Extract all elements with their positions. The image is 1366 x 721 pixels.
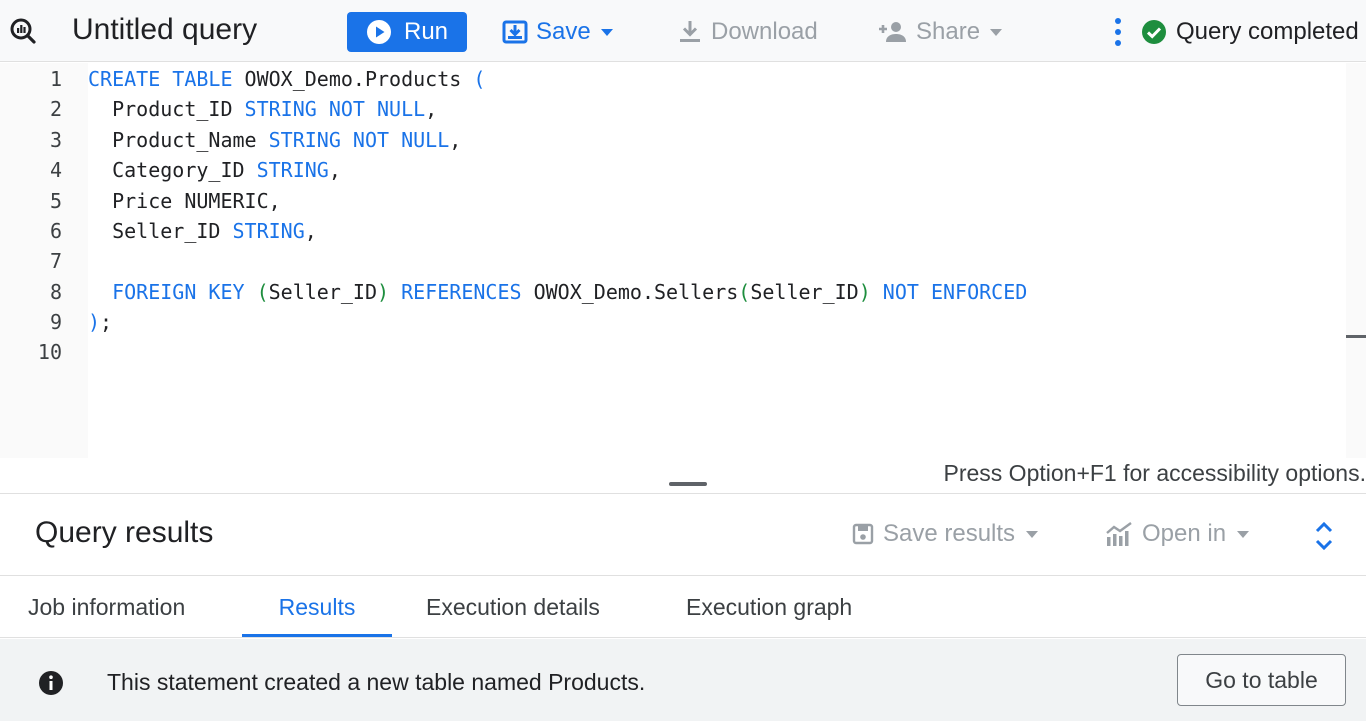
code-token: , (449, 128, 462, 152)
code-token: ( (473, 67, 486, 91)
code-token: Product_ID (88, 97, 245, 121)
line-number: 5 (49, 189, 62, 213)
tab-execution-graph[interactable]: Execution graph (686, 577, 852, 637)
chevron-down-icon (990, 28, 1003, 36)
check-circle-icon (1142, 20, 1166, 44)
code-token: CREATE TABLE (88, 67, 233, 91)
results-title: Query results (35, 516, 214, 549)
line-number: 2 (49, 97, 62, 121)
code-area[interactable]: CREATE TABLE OWOX_Demo.Products ( Produc… (88, 63, 1346, 458)
code-token: Product_Name (88, 128, 269, 152)
download-label: Download (711, 18, 818, 45)
save-label: Save (536, 18, 591, 45)
code-line: CREATE TABLE OWOX_Demo.Products ( (88, 67, 485, 91)
code-token: Seller_ID (88, 219, 233, 243)
code-token: , (425, 97, 438, 121)
scrollbar-marker[interactable] (1346, 335, 1366, 338)
line-number: 8 (49, 280, 62, 304)
open-in-button[interactable]: Open in (1105, 516, 1250, 552)
code-token: ( (256, 280, 269, 304)
save-button[interactable]: Save (502, 12, 613, 52)
results-tabs: Job information Results Execution detail… (0, 577, 1366, 638)
line-number: 10 (37, 340, 62, 364)
code-token: STRING (232, 219, 305, 243)
chevron-down-icon (600, 28, 613, 36)
accessibility-hint: Press Option+F1 for accessibility option… (943, 460, 1366, 486)
code-token: REFERENCES (401, 280, 522, 304)
info-message: This statement created a new table named… (107, 669, 646, 695)
code-token: NOT ENFORCED (882, 280, 1028, 304)
code-line: Price NUMERIC, (88, 189, 281, 213)
code-line: FOREIGN KEY (Seller_ID) REFERENCES OWOX_… (88, 280, 1027, 304)
code-token: Category_ID (88, 158, 257, 182)
sql-editor[interactable]: 1 2 3 4 5 6 7 8 9 10 CREATE TABLE OWOX_D… (0, 63, 1366, 458)
code-token: , (328, 158, 341, 182)
line-number: 7 (49, 249, 62, 273)
play-icon (366, 20, 391, 44)
code-token: OWOX_Demo.Sellers (521, 280, 739, 304)
line-number: 4 (49, 158, 62, 182)
tab-job-information[interactable]: Job information (28, 577, 185, 637)
chart-icon (1106, 522, 1132, 546)
code-line: Product_ID STRING NOT NULL, (88, 97, 437, 121)
query-icon (10, 18, 36, 44)
run-button[interactable]: Run (347, 12, 467, 52)
code-token: ; (100, 310, 113, 334)
query-title[interactable]: Untitled query (72, 13, 257, 47)
code-token: STRING (256, 158, 329, 182)
open-in-label: Open in (1142, 520, 1227, 547)
line-number: 3 (49, 128, 62, 152)
code-token: ) (858, 280, 871, 304)
query-status: Query completed (1141, 12, 1359, 52)
go-to-table-button[interactable]: Go to table (1177, 654, 1346, 706)
code-token: , (304, 219, 317, 243)
tab-results[interactable]: Results (242, 577, 392, 637)
line-number-gutter: 1 2 3 4 5 6 7 8 9 10 (0, 63, 88, 458)
code-line: ); (88, 310, 112, 334)
code-token: ) (88, 310, 101, 334)
line-number: 6 (49, 219, 62, 243)
code-token: Seller_ID (268, 280, 378, 304)
code-line: Category_ID STRING, (88, 158, 341, 182)
resize-handle[interactable] (669, 482, 707, 486)
code-line: Seller_ID STRING, (88, 219, 317, 243)
chevron-down-icon (1026, 530, 1039, 538)
code-token: STRING NOT NULL (244, 97, 426, 121)
save-icon (502, 20, 528, 44)
code-token: ) (377, 280, 390, 304)
info-icon (39, 671, 63, 695)
run-label: Run (403, 18, 449, 45)
tab-execution-details[interactable]: Execution details (426, 577, 600, 637)
status-text: Query completed (1176, 18, 1359, 45)
share-label: Share (916, 18, 981, 45)
download-button[interactable]: Download (677, 12, 818, 52)
active-tab-indicator (242, 634, 392, 637)
chevron-down-icon (1237, 530, 1250, 538)
code-line: Product_Name STRING NOT NULL, (88, 128, 461, 152)
share-person-icon (879, 22, 906, 42)
more-vert-icon[interactable] (1108, 16, 1128, 48)
code-token: Price NUMERIC, (88, 189, 281, 213)
expand-icon[interactable] (1312, 520, 1336, 552)
download-icon (680, 21, 700, 42)
code-token: OWOX_Demo.Products (232, 67, 474, 91)
share-button[interactable]: Share (878, 12, 1003, 52)
query-toolbar: Untitled query Run Save Download Share Q… (0, 0, 1366, 62)
line-number: 9 (49, 310, 62, 334)
save-results-icon (852, 523, 874, 545)
code-token: Seller_ID (750, 280, 859, 304)
info-message-bar: This statement created a new table named… (0, 639, 1366, 721)
line-number: 1 (49, 67, 62, 91)
code-token: STRING NOT NULL (268, 128, 450, 152)
code-token: ( (738, 280, 751, 304)
save-results-button[interactable]: Save results (852, 516, 1039, 552)
results-header: Query results Save results Open in (0, 494, 1366, 576)
code-token: FOREIGN KEY (112, 280, 245, 304)
save-results-label: Save results (883, 520, 1016, 547)
